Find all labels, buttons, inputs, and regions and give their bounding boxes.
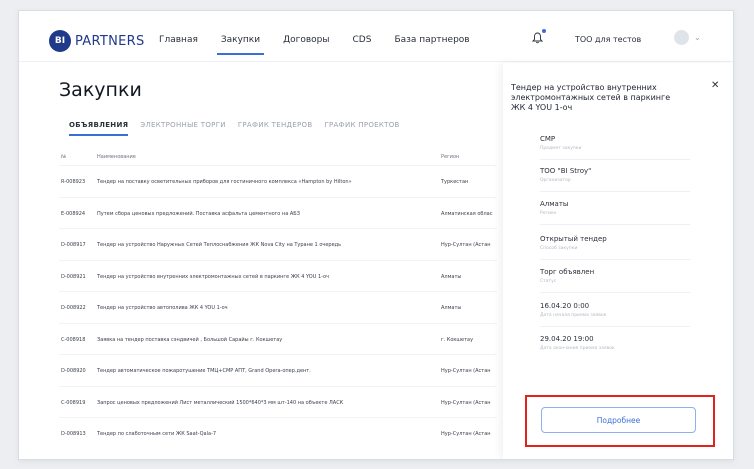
field-start-date: 16.04.20 0:00 Дата начала приема заявок [540,302,710,318]
row-name: Тендер на поставку осветительных приборо… [97,179,352,185]
row-region: Алматы [441,305,462,311]
nav-item-contracts[interactable]: Договоры [283,35,329,45]
row-region: г. Кокшетау [441,336,474,343]
row-name: Тендер автоматическое пожаротушение ТМЦ+… [97,368,311,374]
field-procurement-subject: СМР Предмет закупки [540,135,710,151]
close-icon[interactable]: ✕ [711,80,719,91]
field-end-date: 29.04.20 19:00 Дата окончания приема зая… [540,335,710,351]
field-value: Алматы [540,200,569,208]
field-value: СМР [540,135,556,143]
bell-icon[interactable] [531,32,544,47]
field-value: 29.04.20 19:00 [540,335,594,343]
tabs: ОБЪЯВЛЕНИЯ ЭЛЕКТРОННЫЕ ТОРГИ ГРАФИК ТЕНД… [69,121,412,136]
field-label: Регион [540,211,557,216]
row-region: Туркестан [441,179,469,185]
row-name: Тендер на устройство внутренних электром… [97,273,329,280]
divider [540,159,690,160]
details-button[interactable]: Подробнее [541,407,696,433]
row-name: Заявка на тендер поставка сэндвичей , Бо… [97,336,283,343]
nav-item-partners-base[interactable]: База партнеров [394,35,469,45]
table-row[interactable]: D-008920 Тендер автоматическое пожаротуш… [59,354,497,386]
nav-item-procurement[interactable]: Закупки [216,35,265,55]
field-label: Статус [540,279,557,284]
field-value: Открытый тендер [540,235,607,243]
nav-item-cds[interactable]: CDS [353,35,372,45]
row-region: Алматинская облас [441,210,493,217]
logo-text: PARTNERS [75,33,145,49]
column-header-name: Наименование [97,154,136,160]
table-row[interactable]: C-008919 Запрос ценовых предложений Лист… [59,385,497,418]
table-row[interactable]: D-008921 Тендер на устройство внутренних… [59,259,497,292]
row-region: Нур-Султан (Астан [441,242,491,248]
table-row[interactable]: D-008913 Тендер по слаботочным сети ЖК S… [59,417,497,449]
tender-detail-panel: Тендер на устройство внутренних электром… [503,63,733,459]
table-row[interactable]: C-008918 Заявка на тендер поставка сэндв… [59,322,497,355]
row-number: R-008923 [61,179,86,185]
field-organizer: ТОО "BI Stroy" Организатор [540,167,710,183]
main-nav: Главная Закупки Договоры CDS База партне… [159,35,493,55]
row-name: Тендер на устройство Наружных Сетей Тепл… [97,242,342,248]
row-name: Тендер по слаботочным сети ЖК Saat-Qala-… [97,431,217,437]
divider [540,259,690,260]
avatar[interactable] [674,30,689,45]
row-region: Нур-Султан (Астан [441,368,491,374]
divider [540,224,690,225]
column-header-region: Регион [441,154,460,160]
field-label: Предмет закупки [540,146,582,151]
logo-mark: BI [49,30,71,52]
app-window: BI PARTNERS Главная Закупки Договоры CDS… [18,10,734,460]
table-row[interactable]: D-008917 Тендер на устройство Наружных С… [59,228,497,260]
field-procurement-method: Открытый тендер Способ закупки [540,235,710,251]
row-region: Алматы [441,273,462,280]
field-value: Торг объявлен [540,268,595,276]
row-number: C-008919 [61,399,86,406]
notification-dot [542,29,546,33]
row-number: D-008921 [61,273,86,280]
field-label: Организатор [540,178,571,183]
logo[interactable]: BI PARTNERS [49,30,145,52]
page-title: Закупки [59,79,142,101]
row-number: D-008922 [61,305,86,311]
row-name: Тендер на устройство автополива ЖК 4 YOU… [97,305,228,311]
row-number: E-008924 [61,210,86,217]
tenders-table: № Наименование Регион R-008923 Тендер на… [59,151,497,449]
tab-electronic-auctions[interactable]: ЭЛЕКТРОННЫЕ ТОРГИ [140,121,226,129]
tab-announcements[interactable]: ОБЪЯВЛЕНИЯ [69,121,129,136]
row-name: Путем сбора ценовых предложений. Поставк… [97,210,300,217]
column-header-number: № [61,154,67,160]
table-row[interactable]: D-008922 Тендер на устройство автополива… [59,291,497,323]
divider [540,292,690,293]
field-value: ТОО "BI Stroy" [540,167,592,175]
field-status: Торг объявлен Статус [540,268,710,284]
divider [540,326,690,327]
field-value: 16.04.20 0:00 [540,302,590,310]
row-region: Нур-Султан (Астан [441,399,491,406]
top-navigation-bar: BI PARTNERS Главная Закупки Договоры CDS… [19,11,733,62]
row-number: D-008913 [61,431,86,437]
row-name: Запрос ценовых предложений Лист металлич… [97,399,344,406]
table-row[interactable]: E-008924 Путем сбора ценовых предложений… [59,196,497,229]
table-header: № Наименование Регион [59,151,497,165]
row-number: C-008918 [61,336,86,343]
field-region: Алматы Регион [540,200,710,216]
organization-name[interactable]: ТОО для тестов [575,35,641,44]
panel-title: Тендер на устройство внутренних электром… [511,83,671,112]
row-number: D-008920 [61,368,86,374]
nav-item-home[interactable]: Главная [159,35,198,45]
tab-project-schedule[interactable]: ГРАФИК ПРОЕКТОВ [324,121,399,129]
field-label: Дата окончания приема заявок [540,346,615,351]
field-label: Дата начала приема заявок [540,313,607,318]
row-region: Нур-Султан (Астан [441,431,491,437]
field-label: Способ закупки [540,246,578,251]
chevron-down-icon[interactable]: ⌄ [694,33,701,42]
table-row[interactable]: R-008923 Тендер на поставку осветительны… [59,165,497,197]
tab-tender-schedule[interactable]: ГРАФИК ТЕНДЕРОВ [238,121,313,129]
divider [540,191,690,192]
row-number: D-008917 [61,242,86,248]
